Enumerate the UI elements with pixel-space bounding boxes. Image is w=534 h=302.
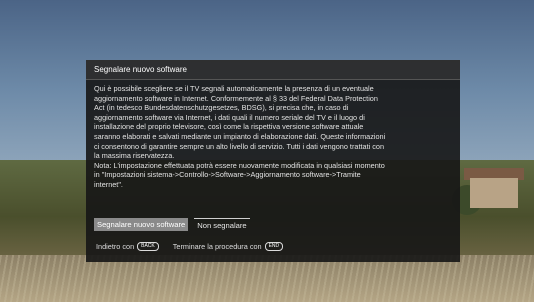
dont-report-button[interactable]: Non segnalare bbox=[194, 218, 250, 232]
back-hint-label: Indietro con bbox=[96, 242, 135, 251]
body-line: Qui è possibile scegliere se il TV segna… bbox=[94, 84, 374, 93]
dialog-footer: Indietro con BACK Terminare la procedura… bbox=[86, 242, 460, 251]
dialog-actions: Segnalare nuovo software Non segnalare bbox=[86, 218, 460, 232]
back-hint: Indietro con BACK bbox=[96, 242, 159, 251]
dialog-title: Segnalare nuovo software bbox=[86, 60, 460, 80]
body-line: Nota: L'impostazione effettuata potrà es… bbox=[94, 160, 385, 170]
body-line: in "Impostazioni sistema->Controllo->Sof… bbox=[94, 170, 361, 180]
dialog-body: Qui è possibile scegliere se il TV segna… bbox=[86, 80, 460, 216]
grass bbox=[0, 255, 534, 302]
body-line: aggiornamento software in Internet. Conf… bbox=[94, 93, 378, 103]
end-hint-label: Terminare la procedura con bbox=[172, 242, 262, 251]
end-key-icon: END bbox=[264, 242, 284, 251]
body-line: installazione del proprio televisore, co… bbox=[94, 122, 364, 132]
body-line: saranno elaborati e salvati mediante un … bbox=[94, 131, 386, 141]
report-new-software-button[interactable]: Segnalare nuovo software bbox=[94, 218, 189, 231]
back-key-icon: BACK bbox=[137, 242, 159, 251]
end-hint: Terminare la procedura con END bbox=[172, 242, 284, 251]
body-line: internet". bbox=[94, 179, 123, 189]
body-line: ci consentono di garantire sempre un alt… bbox=[94, 141, 385, 151]
body-line: Act (in tedesco Bundesdatenschutzgesetze… bbox=[94, 103, 349, 113]
body-line: la massima riservatezza. bbox=[94, 151, 175, 161]
body-line: aggiornamento software via Internet, i d… bbox=[94, 112, 365, 122]
software-notification-dialog: Segnalare nuovo software Qui è possibile… bbox=[86, 60, 460, 262]
house bbox=[470, 178, 518, 208]
